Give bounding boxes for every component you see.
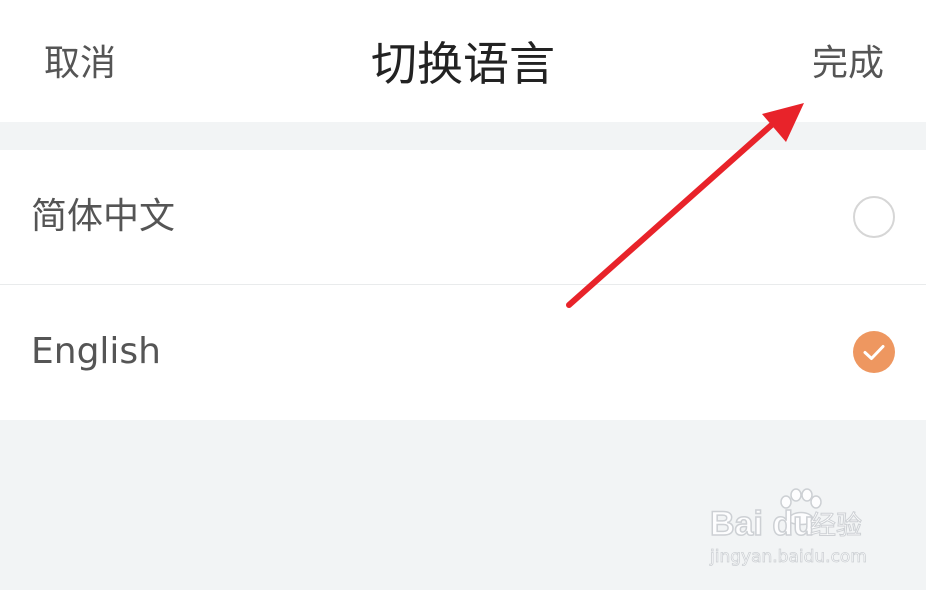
top-bar: 取消 切换语言 完成 [0, 0, 926, 122]
baidu-jingyan-watermark: Bai du 经验 jingyan.baidu.com [708, 488, 888, 578]
page-title: 切换语言 [371, 37, 555, 91]
language-list: 简体中文 English [0, 150, 926, 420]
watermark-url: jingyan.baidu.com [710, 547, 868, 568]
checkmark-icon [863, 345, 885, 360]
watermark-brand: Bai du [709, 504, 814, 544]
done-button[interactable]: 完成 [812, 38, 884, 90]
language-option-label: 简体中文 [31, 196, 176, 237]
language-option-simplified-chinese[interactable]: 简体中文 [0, 150, 926, 285]
language-option-english[interactable]: English [0, 285, 926, 419]
radio-unchecked-icon[interactable] [853, 196, 895, 238]
watermark-sub: 经验 [809, 511, 863, 542]
language-option-label: English [31, 331, 161, 372]
radio-checked-icon[interactable] [853, 331, 895, 373]
